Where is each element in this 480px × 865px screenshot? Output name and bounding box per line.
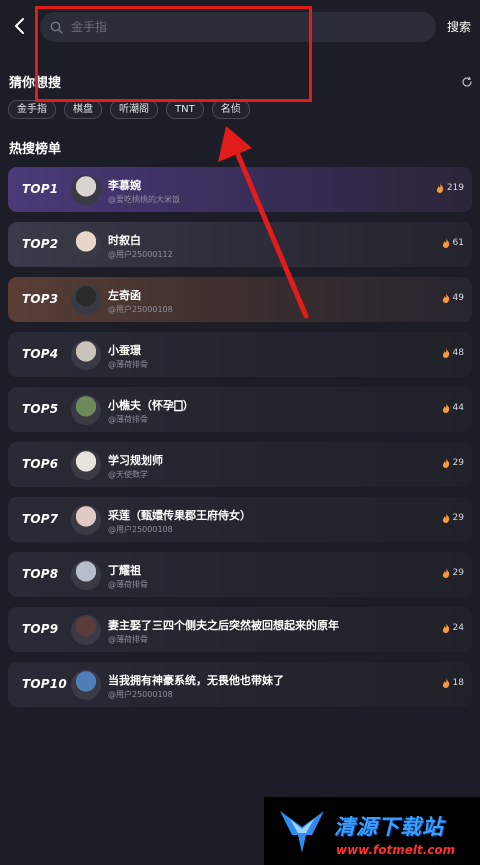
heat-value: 49 <box>452 293 464 303</box>
item-author: @薄荷排骨 <box>108 635 148 644</box>
item-author: @薄荷排骨 <box>108 360 148 369</box>
flame-icon <box>436 183 444 193</box>
flame-icon <box>442 403 449 413</box>
item-name: 小蚕璟 <box>108 344 141 357</box>
flame-icon <box>442 623 449 633</box>
heat-value: 29 <box>452 568 464 578</box>
item-author: @用户25000108 <box>108 525 173 534</box>
hot-list-item[interactable]: TOP10 当我拥有神豪系统，无畏他也带妹了 @用户25000108 18 <box>8 662 472 707</box>
heat-count: 24 <box>442 623 464 633</box>
heat-count: 29 <box>442 513 464 523</box>
heat-count: 48 <box>442 348 464 358</box>
heat-count: 29 <box>442 568 464 578</box>
heat-value: 29 <box>452 458 464 468</box>
heat-value: 44 <box>452 403 464 413</box>
rank-label: TOP7 <box>22 512 59 526</box>
avatar <box>71 450 101 480</box>
hot-list-item[interactable]: TOP6 学习规划师 @天使数学 29 <box>8 442 472 487</box>
guess-tag[interactable]: 听潮阁 <box>110 100 158 119</box>
annotation-arrow <box>218 126 309 319</box>
avatar <box>71 340 101 370</box>
hot-list-item[interactable]: TOP9 妻主娶了三四个侧夫之后突然被回想起来的原年 @薄荷排骨 24 <box>8 607 472 652</box>
item-author: @天使数学 <box>108 470 148 479</box>
avatar <box>71 615 101 645</box>
rank-label: TOP6 <box>22 457 59 471</box>
hot-list-item[interactable]: TOP4 小蚕璟 @薄荷排骨 48 <box>8 332 472 377</box>
avatar <box>71 395 101 425</box>
rank-label: TOP8 <box>22 567 59 581</box>
rank-label: TOP3 <box>22 292 59 306</box>
item-author: @薄荷排骨 <box>108 415 148 424</box>
search-button[interactable]: 搜索 <box>447 18 471 35</box>
guess-tag[interactable]: TNT <box>166 100 204 119</box>
item-author: @薄荷排骨 <box>108 580 148 589</box>
heat-value: 61 <box>452 238 464 248</box>
heat-value: 18 <box>452 678 464 688</box>
avatar <box>71 670 101 700</box>
chevron-left-icon <box>15 18 24 34</box>
item-author: @用户25000108 <box>108 690 173 699</box>
flame-icon <box>442 348 449 358</box>
guess-tags: 金手指 棋盘 听潮阁 TNT 名侦 <box>8 100 250 119</box>
annotation-highlight-box <box>35 6 312 102</box>
hot-list-item[interactable]: TOP8 丁耀祖 @薄荷排骨 29 <box>8 552 472 597</box>
flame-icon <box>442 678 449 688</box>
flame-icon <box>442 568 449 578</box>
guess-tag[interactable]: 棋盘 <box>64 100 102 119</box>
watermark-name: 清源下载站 <box>334 815 444 839</box>
item-name: 时叙白 <box>108 234 141 247</box>
back-button[interactable] <box>8 14 32 38</box>
flame-icon <box>442 238 449 248</box>
item-author: @用户25000112 <box>108 250 173 259</box>
rank-label: TOP5 <box>22 402 59 416</box>
avatar <box>71 230 101 260</box>
rank-label: TOP10 <box>22 677 67 691</box>
heat-count: 61 <box>442 238 464 248</box>
avatar <box>71 285 101 315</box>
heat-value: 24 <box>452 623 464 633</box>
item-name: 左奇函 <box>108 289 141 302</box>
hot-list-item[interactable]: TOP5 小樵夫（怀孕🀆） @薄荷排骨 44 <box>8 387 472 432</box>
item-name: 学习规划师 <box>108 454 163 467</box>
hot-list-item[interactable]: TOP7 采莲（甄嬛传果郡王府侍女） @用户25000108 29 <box>8 497 472 542</box>
item-name: 妻主娶了三四个侧夫之后突然被回想起来的原年 <box>108 619 339 632</box>
heat-value: 219 <box>446 183 464 193</box>
rank-label: TOP9 <box>22 622 59 636</box>
heat-value: 29 <box>452 513 464 523</box>
flame-icon <box>442 293 449 303</box>
heat-count: 49 <box>442 293 464 303</box>
rank-label: TOP1 <box>22 182 59 196</box>
hot-section-title: 热搜榜单 <box>9 142 62 157</box>
flame-icon <box>442 458 449 468</box>
item-name: 小樵夫（怀孕🀆） <box>108 399 194 412</box>
heat-count: 29 <box>442 458 464 468</box>
rank-label: TOP2 <box>22 237 59 251</box>
item-name: 丁耀祖 <box>108 564 141 577</box>
avatar <box>71 560 101 590</box>
heat-count: 219 <box>436 183 464 193</box>
watermark-url: www.fotmelt.com <box>336 843 456 857</box>
item-name: 采莲（甄嬛传果郡王府侍女） <box>108 509 251 522</box>
heat-count: 18 <box>442 678 464 688</box>
flame-icon <box>442 513 449 523</box>
item-name: 当我拥有神豪系统，无畏他也带妹了 <box>108 674 284 687</box>
rank-label: TOP4 <box>22 347 59 361</box>
item-name: 李慕婉 <box>108 179 141 192</box>
heat-value: 48 <box>452 348 464 358</box>
heat-count: 44 <box>442 403 464 413</box>
guess-tag[interactable]: 名侦 <box>211 100 250 119</box>
watermark: 清源下载站 www.fotmelt.com <box>264 797 480 865</box>
avatar <box>71 505 101 535</box>
item-author: @爱吃桃桃的大米饭 <box>108 195 180 204</box>
watermark-logo-icon <box>280 811 324 853</box>
item-author: @用户25000108 <box>108 305 173 314</box>
refresh-icon[interactable] <box>461 76 473 88</box>
guess-tag[interactable]: 金手指 <box>8 100 56 119</box>
avatar <box>71 175 101 205</box>
